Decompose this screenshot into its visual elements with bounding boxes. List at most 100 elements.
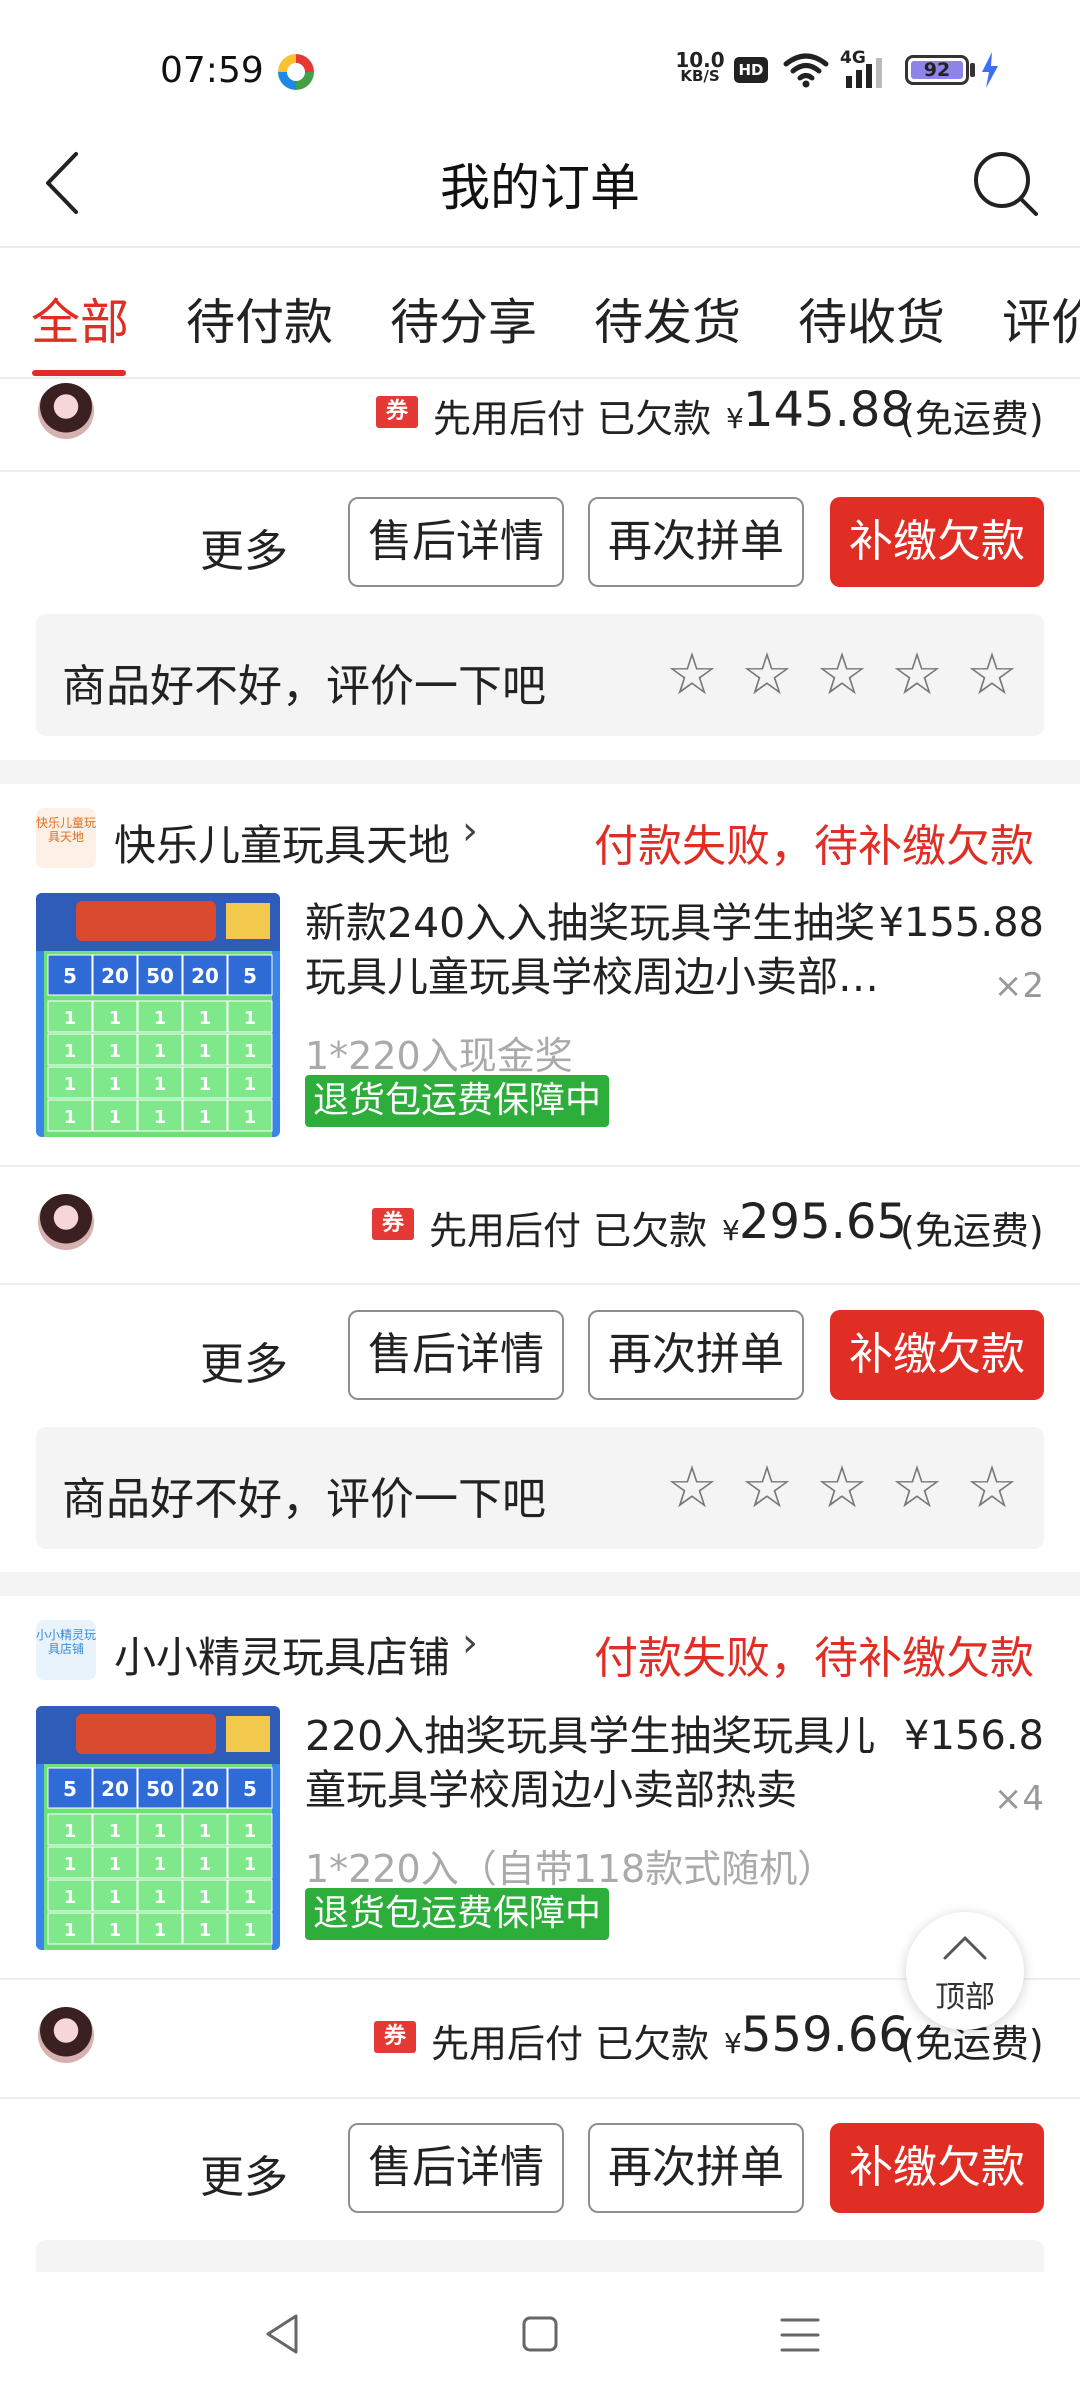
scratch-cell-label: 1 <box>199 1821 212 1842</box>
chevron-right-icon[interactable]: › <box>462 808 478 854</box>
nav-back-icon[interactable] <box>262 2312 302 2356</box>
review-prompt-box[interactable]: 商品好不好，评价一下吧 ☆ ☆ ☆ ☆ ☆ <box>36 1427 1044 1549</box>
buyer-avatar <box>38 2007 94 2063</box>
chevron-up-icon <box>943 1936 987 1960</box>
shop-logo: 小小精灵玩具店铺 <box>36 1620 96 1680</box>
prize-tile-label: 5 <box>63 1777 77 1801</box>
network-speed: 10.0 KB/S <box>674 50 726 85</box>
currency-symbol: ¥ <box>726 402 744 435</box>
scratch-cell-label: 1 <box>154 1041 167 1062</box>
currency-symbol: ¥ <box>722 1214 740 1247</box>
pay-later-text: 先用后付 已欠款 <box>429 1209 708 1253</box>
scratch-cell-label: 1 <box>154 1074 167 1095</box>
order-status: 付款失败，待补缴欠款 <box>594 1633 1034 1684</box>
scratch-cell-label: 1 <box>244 1887 257 1908</box>
star-icon[interactable]: ☆ <box>891 1457 943 1517</box>
more-button[interactable]: 更多 <box>200 2141 288 2205</box>
star-icon[interactable]: ☆ <box>666 1457 718 1517</box>
nav-menu-icon[interactable] <box>778 2316 822 2354</box>
shop-logo: 快乐儿童玩具天地 <box>36 808 96 868</box>
tab-pending-payment[interactable]: 待付款 <box>186 283 333 354</box>
regroup-button[interactable]: 再次拼单 <box>588 1310 804 1400</box>
star-icon[interactable]: ☆ <box>741 1457 793 1517</box>
currency-symbol: ¥ <box>724 2027 742 2060</box>
star-icon[interactable]: ☆ <box>966 1457 1018 1517</box>
product-title[interactable]: 220入抽奖玩具学生抽奖玩具儿童玩具学校周边小卖部热卖 <box>305 1709 885 1817</box>
scratch-cell-label: 1 <box>109 1074 122 1095</box>
pay-debt-button[interactable]: 补缴欠款 <box>830 1310 1044 1400</box>
star-icon[interactable]: ☆ <box>816 644 868 704</box>
row-divider <box>0 1165 1080 1167</box>
scratch-cell-label: 1 <box>154 1887 167 1908</box>
more-button[interactable]: 更多 <box>200 515 288 579</box>
scratch-cell-label: 1 <box>244 1041 257 1062</box>
scratch-cell-label: 1 <box>109 1887 122 1908</box>
tab-pending-share[interactable]: 待分享 <box>390 283 537 354</box>
nav-home-icon[interactable] <box>520 2314 560 2354</box>
wifi-icon <box>783 53 829 88</box>
star-icon[interactable]: ☆ <box>666 644 718 704</box>
search-icon[interactable] <box>970 148 1042 220</box>
product-quantity: ×4 <box>993 1779 1044 1819</box>
order-total: 295.65 <box>739 1194 907 1250</box>
scratch-cell-label: 1 <box>109 1821 122 1842</box>
regroup-button[interactable]: 再次拼单 <box>588 2123 804 2213</box>
scratch-cell-label: 1 <box>64 1008 77 1029</box>
battery-tip <box>970 63 975 77</box>
header-divider <box>0 246 1080 248</box>
battery-level: 92 <box>923 59 951 81</box>
more-button[interactable]: 更多 <box>200 1328 288 1392</box>
status-time: 07:59 <box>160 50 264 91</box>
chevron-right-icon[interactable]: › <box>462 1620 478 1666</box>
row-divider <box>0 1283 1080 1285</box>
product-spec: 1*220入现金奖 <box>305 1034 573 1078</box>
prize-tile-label: 5 <box>243 964 257 988</box>
review-prompt-box[interactable]: 商品好不好，评价一下吧 ☆ ☆ ☆ ☆ ☆ <box>36 614 1044 736</box>
app-notification-icon <box>278 54 314 90</box>
scratch-cell-label: 1 <box>109 1041 122 1062</box>
back-to-top-button[interactable]: 顶部 <box>906 1912 1024 2030</box>
return-shipping-badge: 退货包运费保障中 <box>305 1075 610 1127</box>
scratch-cell-label: 1 <box>154 1008 167 1029</box>
prize-tile-label: 20 <box>191 964 219 988</box>
after-sale-button[interactable]: 售后详情 <box>348 2123 564 2213</box>
page-title: 我的订单 <box>440 159 640 217</box>
tab-all[interactable]: 全部 <box>31 283 129 354</box>
star-icon[interactable]: ☆ <box>966 644 1018 704</box>
pay-debt-button[interactable]: 补缴欠款 <box>830 497 1044 587</box>
scratch-cell-label: 1 <box>109 1107 122 1128</box>
scratch-cell-label: 1 <box>244 1107 257 1128</box>
star-icon[interactable]: ☆ <box>741 644 793 704</box>
scratch-cell-label: 1 <box>199 1074 212 1095</box>
after-sale-button[interactable]: 售后详情 <box>348 1310 564 1400</box>
scratch-cell-label: 1 <box>109 1008 122 1029</box>
star-icon[interactable]: ☆ <box>816 1457 868 1517</box>
scratch-cell-label: 1 <box>64 1041 77 1062</box>
shop-name[interactable]: 快乐儿童玩具天地 <box>114 812 450 873</box>
regroup-button[interactable]: 再次拼单 <box>588 497 804 587</box>
star-icon[interactable]: ☆ <box>891 644 943 704</box>
prize-tile-label: 50 <box>146 964 174 988</box>
network-speed-unit: KB/S <box>680 67 720 85</box>
after-sale-button[interactable]: 售后详情 <box>348 497 564 587</box>
product-price: ¥155.88 <box>878 900 1044 946</box>
scratch-cell-label: 1 <box>199 1008 212 1029</box>
product-title[interactable]: 新款240入入抽奖玩具学生抽奖玩具儿童玩具学校周边小卖部热卖 <box>305 896 885 1004</box>
order-status: 付款失败，待补缴欠款 <box>594 821 1034 872</box>
order-total: 559.66 <box>741 2007 909 2063</box>
scratch-cell-label: 1 <box>244 1920 257 1941</box>
product-thumbnail[interactable]: 5 20 50 20 5 1 1 1 1 1 1 1 1 1 1 1 1 1 1 1 1 1 1 1 1 <box>36 893 280 1137</box>
prize-tile-label: 5 <box>63 964 77 988</box>
buyer-avatar <box>38 1194 94 1250</box>
free-shipping-text: (免运费) <box>900 1209 1044 1253</box>
tab-pending-shipment[interactable]: 待发货 <box>594 283 741 354</box>
charging-icon <box>982 52 998 88</box>
shop-name[interactable]: 小小精灵玩具店铺 <box>114 1624 450 1685</box>
tab-pending-receipt[interactable]: 待收货 <box>798 283 945 354</box>
tab-review[interactable]: 评价 <box>1002 283 1080 354</box>
product-thumbnail[interactable]: 5 20 50 20 5 1 1 1 1 1 1 1 1 1 1 1 1 1 1 1 1 1 1 1 1 <box>36 1706 280 1950</box>
pay-debt-button[interactable]: 补缴欠款 <box>830 2123 1044 2213</box>
scratch-cell-label: 1 <box>199 1887 212 1908</box>
scratch-cell-label: 1 <box>154 1821 167 1842</box>
hd-icon: HD <box>734 57 768 83</box>
